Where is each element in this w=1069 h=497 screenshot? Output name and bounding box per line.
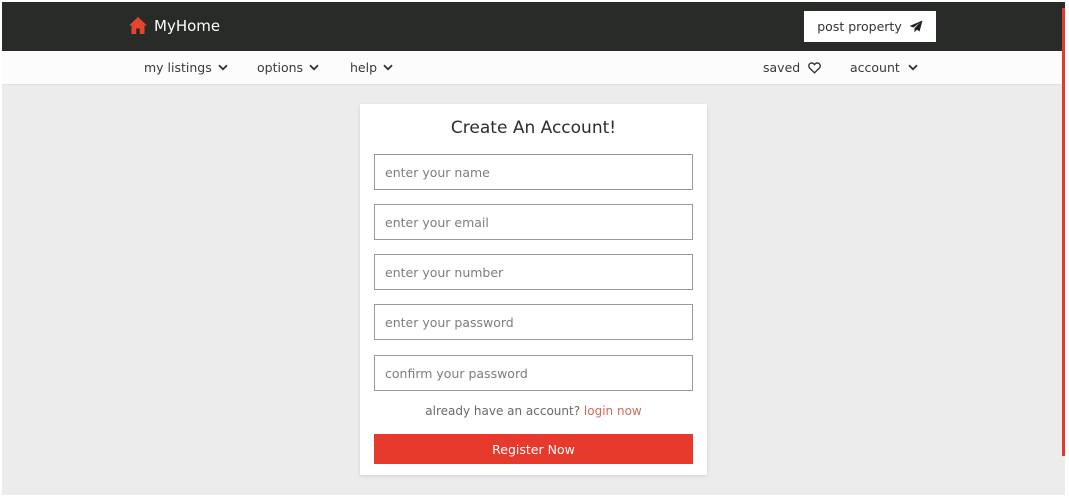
password-input[interactable]	[374, 304, 693, 340]
login-link[interactable]: login now	[584, 404, 642, 418]
nav-account-label: account	[850, 60, 900, 75]
paper-plane-icon	[909, 20, 923, 32]
nav-account[interactable]: account	[850, 51, 918, 84]
confirm-password-input[interactable]	[374, 355, 693, 391]
nav-options-label: options	[257, 60, 304, 75]
heart-icon	[808, 61, 822, 74]
nav-options[interactable]: options	[257, 51, 319, 84]
scrollbar[interactable]	[1062, 8, 1065, 456]
post-property-button[interactable]: post property	[804, 11, 936, 42]
login-prompt-text: already have an account?	[425, 404, 581, 418]
form-title: Create An Account!	[450, 118, 617, 138]
brand-name: MyHome	[154, 16, 221, 35]
nav-help[interactable]: help	[350, 51, 393, 84]
register-button[interactable]: Register Now	[374, 434, 693, 464]
brand-logo[interactable]: MyHome	[128, 16, 220, 35]
chevron-down-icon	[309, 64, 319, 71]
secondary-nav: my listings options help saved account	[2, 51, 1065, 85]
chevron-down-icon	[908, 64, 918, 71]
nav-my-listings[interactable]: my listings	[144, 51, 228, 84]
chevron-down-icon	[218, 64, 228, 71]
post-property-label: post property	[817, 19, 902, 34]
nav-saved-label: saved	[763, 60, 801, 75]
chevron-down-icon	[383, 64, 393, 71]
nav-saved[interactable]: saved	[763, 51, 822, 84]
home-icon	[129, 17, 147, 34]
app-window: MyHome post property my listings options…	[2, 2, 1065, 495]
nav-my-listings-label: my listings	[144, 60, 212, 75]
register-card: Create An Account! already have an accou…	[360, 104, 707, 475]
top-bar: MyHome post property	[2, 2, 1065, 51]
number-input[interactable]	[374, 254, 693, 290]
login-prompt-row: already have an account? login now	[360, 404, 707, 418]
email-input[interactable]	[374, 204, 693, 240]
name-input[interactable]	[374, 154, 693, 190]
nav-help-label: help	[350, 60, 378, 75]
